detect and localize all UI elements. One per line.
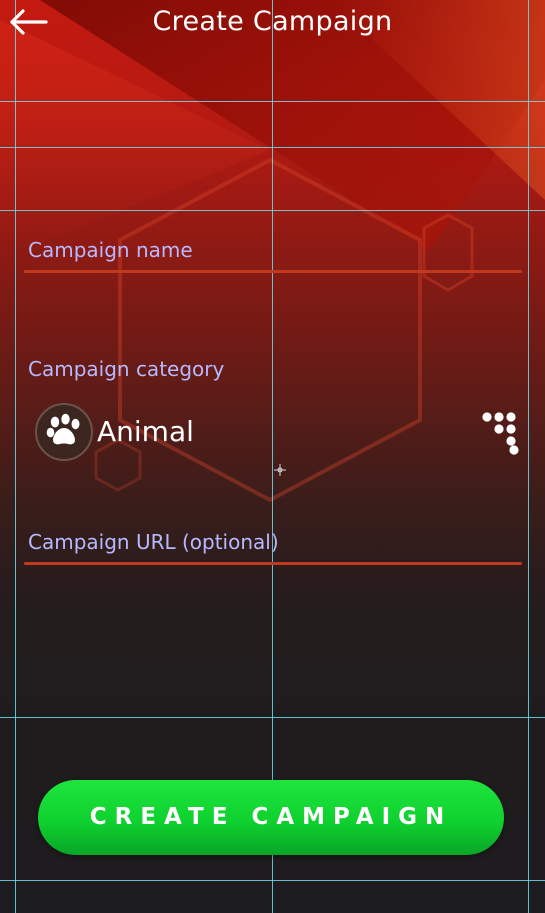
category-avatar: [35, 403, 93, 461]
guide-line: [0, 717, 545, 718]
category-name: Animal: [97, 415, 194, 448]
category-selector[interactable]: Animal: [34, 402, 524, 466]
guide-line: [0, 101, 545, 102]
page-title: Create Campaign: [152, 6, 393, 37]
crosshair-cursor-icon: [274, 464, 286, 476]
paw-icon: [46, 413, 80, 445]
campaign-category-label: Campaign category: [28, 357, 225, 381]
guide-line: [0, 210, 545, 211]
campaign-url-underline: [24, 562, 522, 565]
campaign-name-input[interactable]: [24, 236, 521, 270]
create-campaign-button[interactable]: CREATE CAMPAIGN: [38, 780, 504, 855]
campaign-url-input[interactable]: [24, 528, 521, 562]
guide-line: [0, 147, 545, 148]
campaign-name-underline: [24, 270, 522, 273]
create-campaign-screen: Create Campaign Campaign name Campaign c…: [0, 0, 545, 913]
guide-line: [0, 880, 545, 881]
guide-line: [15, 0, 16, 913]
dot-grid-icon[interactable]: [480, 410, 524, 456]
guide-line: [528, 0, 529, 913]
